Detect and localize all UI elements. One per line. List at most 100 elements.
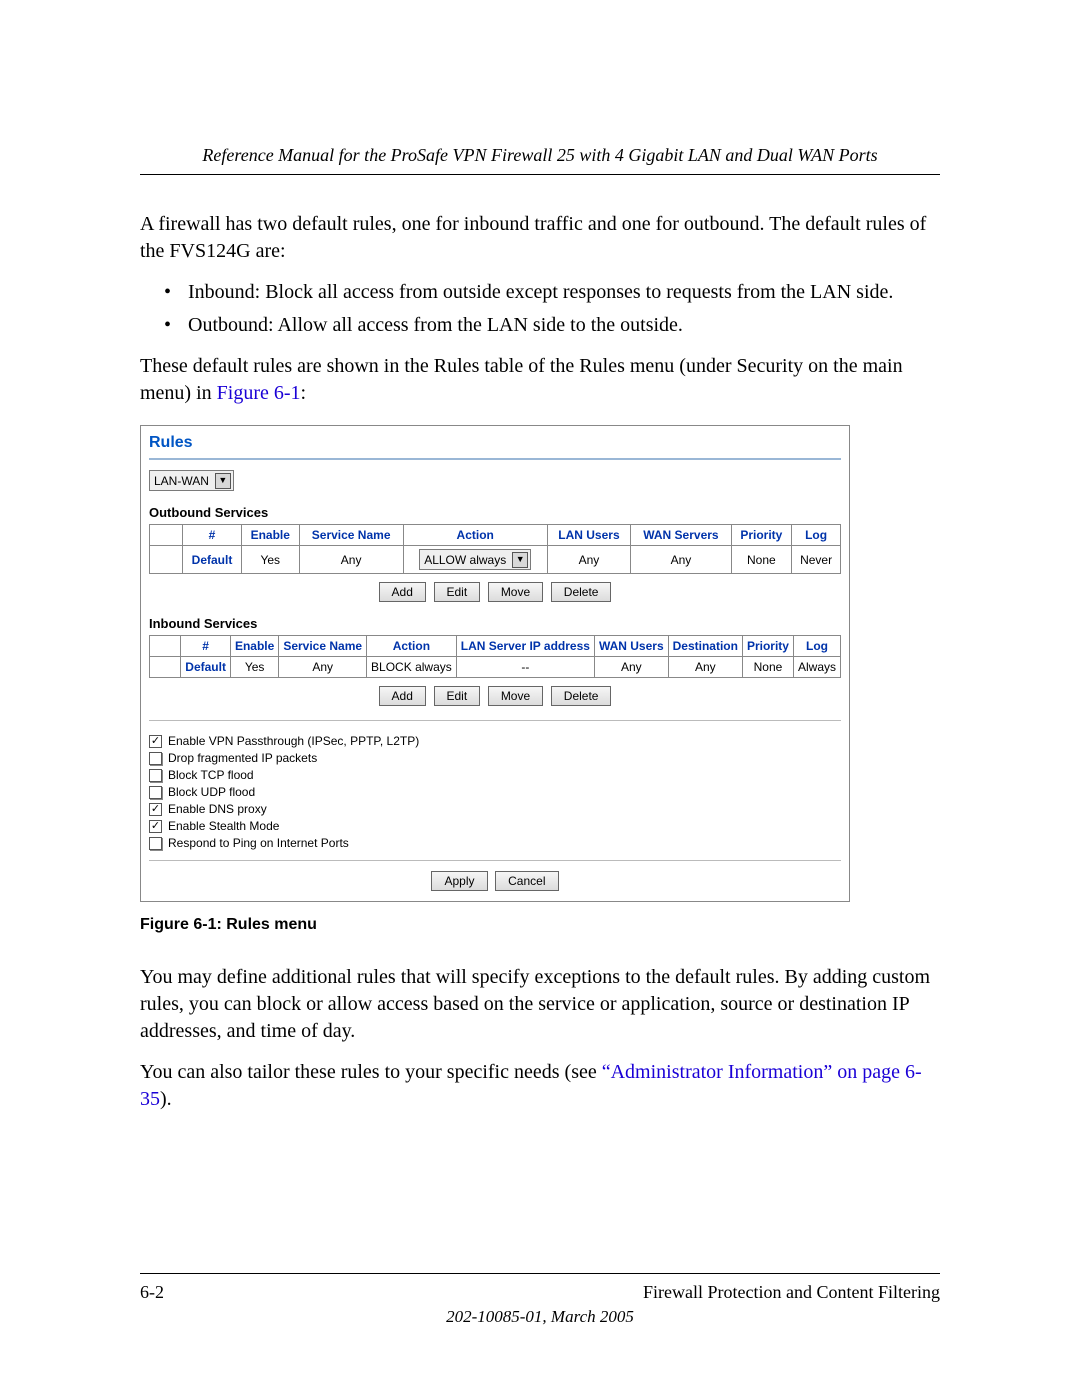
cell-wan-users: Any [594,657,668,678]
check-label: Block TCP flood [168,768,254,782]
cell-lan-server-ip: -- [456,657,594,678]
check-label: Block UDP flood [168,785,255,799]
inbound-header-row: # Enable Service Name Action LAN Server … [150,636,841,657]
figure-link[interactable]: Figure 6-1 [217,382,301,404]
check-label: Enable VPN Passthrough (IPSec, PPTP, L2T… [168,734,419,748]
col-num: # [181,636,231,657]
document-page: Reference Manual for the ProSafe VPN Fir… [0,0,1080,1397]
col-action: Action [367,636,457,657]
check-enable-stealth[interactable]: Enable Stealth Mode [149,819,841,833]
text-fragment: ). [160,1088,172,1110]
direction-select[interactable]: LAN-WAN ▼ [149,470,234,491]
col-select [150,525,183,546]
paragraph-intro: A firewall has two default rules, one fo… [140,211,940,265]
check-label: Respond to Ping on Internet Ports [168,836,349,850]
apply-cancel-row: Apply Cancel [149,860,841,891]
check-label: Drop fragmented IP packets [168,751,317,765]
col-lan-users: LAN Users [547,525,631,546]
inbound-row-default[interactable]: Default Yes Any BLOCK always -- Any Any … [150,657,841,678]
col-wan-users: WAN Users [594,636,668,657]
check-enable-dns-proxy[interactable]: Enable DNS proxy [149,802,841,816]
col-log: Log [793,636,840,657]
check-block-tcp-flood[interactable]: Block TCP flood [149,768,841,782]
checkbox-icon[interactable] [149,786,162,799]
col-wan-servers: WAN Servers [631,525,731,546]
check-block-udp-flood[interactable]: Block UDP flood [149,785,841,799]
panel-title: Rules [149,432,841,460]
cell-enable: Yes [242,546,299,574]
col-select [150,636,181,657]
paragraph-see-also: You can also tailor these rules to your … [140,1059,940,1113]
inbound-table: # Enable Service Name Action LAN Server … [149,635,841,678]
col-log: Log [792,525,841,546]
delete-button[interactable]: Delete [551,582,612,602]
add-button[interactable]: Add [379,582,426,602]
page-number: 6-2 [140,1282,164,1303]
paragraph-additional-rules: You may define additional rules that wil… [140,964,940,1045]
cell-enable: Yes [230,657,278,678]
row-select-cell[interactable] [150,657,181,678]
chevron-down-icon: ▼ [512,552,528,568]
figure-caption: Figure 6-1: Rules menu [140,916,940,934]
checkbox-icon[interactable] [149,820,162,833]
default-rules-list: Inbound: Block all access from outside e… [140,279,940,339]
bullet-inbound: Inbound: Block all access from outside e… [140,279,940,306]
apply-button[interactable]: Apply [431,871,487,891]
cell-action: BLOCK always [367,657,457,678]
check-vpn-passthrough[interactable]: Enable VPN Passthrough (IPSec, PPTP, L2T… [149,734,841,748]
checkbox-icon[interactable] [149,803,162,816]
body-text: A firewall has two default rules, one fo… [140,211,940,407]
direction-select-value: LAN-WAN [154,474,209,488]
checkbox-icon[interactable] [149,837,162,850]
action-select[interactable]: ALLOW always ▼ [419,549,531,570]
cell-lan-users: Any [547,546,631,574]
options-checklist: Enable VPN Passthrough (IPSec, PPTP, L2T… [149,720,841,850]
cell-destination: Any [668,657,742,678]
bullet-outbound: Outbound: Allow all access from the LAN … [140,312,940,339]
section-title: Firewall Protection and Content Filterin… [643,1282,940,1303]
footer-rule [140,1273,940,1274]
col-action: Action [403,525,547,546]
rules-panel: Rules LAN-WAN ▼ Outbound Services # Enab… [140,425,850,902]
cell-action: ALLOW always ▼ [403,546,547,574]
outbound-row-default[interactable]: Default Yes Any ALLOW always ▼ Any Any N… [150,546,841,574]
col-enable: Enable [230,636,278,657]
edit-button[interactable]: Edit [434,582,481,602]
col-enable: Enable [242,525,299,546]
outbound-label: Outbound Services [149,505,841,520]
running-header: Reference Manual for the ProSafe VPN Fir… [140,145,940,175]
chevron-down-icon: ▼ [215,473,231,489]
move-button[interactable]: Move [488,582,543,602]
doc-number: 202-10085-01, March 2005 [140,1307,940,1327]
cell-service: Any [279,657,367,678]
paragraph-figure-ref: These default rules are shown in the Rul… [140,353,940,407]
check-label: Enable DNS proxy [168,802,267,816]
col-num: # [183,525,242,546]
check-label: Enable Stealth Mode [168,819,279,833]
cell-log: Always [793,657,840,678]
cell-num: Default [183,546,242,574]
col-lan-server-ip: LAN Server IP address [456,636,594,657]
edit-button[interactable]: Edit [434,686,481,706]
cell-service: Any [299,546,403,574]
add-button[interactable]: Add [379,686,426,706]
action-select-value: ALLOW always [424,553,506,567]
check-respond-ping[interactable]: Respond to Ping on Internet Ports [149,836,841,850]
checkbox-icon[interactable] [149,752,162,765]
outbound-table: # Enable Service Name Action LAN Users W… [149,524,841,574]
row-select-cell[interactable] [150,546,183,574]
body-text-lower: You may define additional rules that wil… [140,964,940,1113]
cell-wan-servers: Any [631,546,731,574]
inbound-label: Inbound Services [149,616,841,631]
outbound-buttons: Add Edit Move Delete [149,582,841,602]
cancel-button[interactable]: Cancel [495,871,558,891]
check-drop-fragmented[interactable]: Drop fragmented IP packets [149,751,841,765]
checkbox-icon[interactable] [149,735,162,748]
col-service-name: Service Name [299,525,403,546]
delete-button[interactable]: Delete [551,686,612,706]
text-fragment: You can also tailor these rules to your … [140,1061,602,1083]
checkbox-icon[interactable] [149,769,162,782]
move-button[interactable]: Move [488,686,543,706]
cell-num: Default [181,657,231,678]
col-service-name: Service Name [279,636,367,657]
